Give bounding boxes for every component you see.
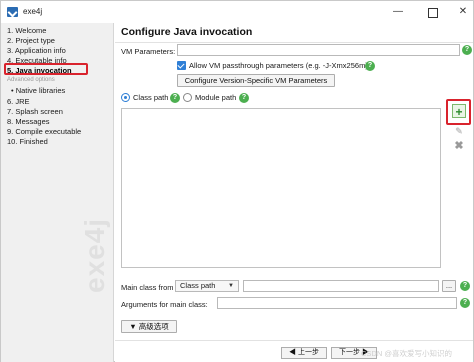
edit-classpath-button[interactable]: ✎ <box>452 124 466 138</box>
edit-icon: ✎ <box>455 126 463 136</box>
active-step-highlight <box>4 63 88 75</box>
plus-icon: + <box>455 105 463 119</box>
classpath-help-icon[interactable]: ? <box>170 93 180 103</box>
step-messages[interactable]: 8. Messages <box>7 117 50 126</box>
close-button[interactable]: ✕ <box>452 4 474 20</box>
dropdown-arrow-icon: ▼ <box>228 283 234 289</box>
window-title: exe4j <box>23 7 43 16</box>
step-welcome[interactable]: 1. Welcome <box>7 26 46 35</box>
vm-parameters-help-icon[interactable]: ? <box>462 45 472 55</box>
advanced-options-header: Advanced options <box>7 77 55 83</box>
main-class-from-label: Main class from <box>121 283 174 292</box>
classpath-list[interactable] <box>121 108 441 268</box>
step-splash-screen[interactable]: 7. Splash screen <box>7 107 63 116</box>
allow-passthrough-label: Allow VM passthrough parameters (e.g. -J… <box>189 61 368 70</box>
remove-icon: ✖ <box>454 140 464 152</box>
wizard-sidebar: 1. Welcome 2. Project type 3. Applicatio… <box>1 23 114 362</box>
minimize-button[interactable]: — <box>387 4 409 20</box>
step-finished[interactable]: 10. Finished <box>7 137 48 146</box>
add-classpath-button[interactable]: + <box>452 104 466 119</box>
main-class-input[interactable] <box>243 280 439 292</box>
main-class-from-value: Class path <box>180 281 216 290</box>
arguments-input[interactable] <box>217 297 457 309</box>
main-class-from-select[interactable]: Class path ▼ <box>175 280 239 292</box>
title-bar: exe4j — ✕ <box>1 1 473 23</box>
allow-passthrough-help-icon[interactable]: ? <box>365 61 375 71</box>
step-application-info[interactable]: 3. Application info <box>7 46 66 55</box>
arguments-help-icon[interactable]: ? <box>460 298 470 308</box>
step-native-libraries[interactable]: • Native libraries <box>11 86 65 95</box>
configure-vm-parameters-button[interactable]: Configure Version-Specific VM Parameters <box>177 74 335 87</box>
remove-classpath-button[interactable]: ✖ <box>452 139 466 153</box>
browse-main-class-button[interactable]: ... <box>442 280 456 292</box>
exe4j-app-icon <box>7 7 18 17</box>
modulepath-help-icon[interactable]: ? <box>239 93 249 103</box>
classpath-radio-label: Class path <box>133 93 169 102</box>
maximize-button[interactable] <box>421 4 443 20</box>
page-title: Configure Java invocation <box>121 26 253 38</box>
modulepath-radio[interactable] <box>183 93 192 102</box>
exe4j-window: exe4j — ✕ 1. Welcome 2. Project type 3. … <box>0 0 474 362</box>
sidebar-watermark: exe4j <box>79 217 110 293</box>
advanced-options-button[interactable]: ▼ 高级选项 <box>121 320 177 333</box>
main-panel: Configure Java invocation VM Parameters:… <box>115 23 473 362</box>
step-jre[interactable]: 6. JRE <box>7 97 30 106</box>
arguments-label: Arguments for main class: <box>121 300 208 309</box>
header-divider <box>115 42 473 43</box>
csdn-watermark: CSDN @喜欢爱写小知识的 <box>361 349 452 358</box>
vm-parameters-input[interactable] <box>177 44 460 56</box>
allow-passthrough-checkbox[interactable] <box>177 61 186 70</box>
main-class-help-icon[interactable]: ? <box>460 281 470 291</box>
previous-button[interactable]: ◀ 上一步 <box>281 347 327 359</box>
step-compile-executable[interactable]: 9. Compile executable <box>7 127 81 136</box>
classpath-radio[interactable] <box>121 93 130 102</box>
footer-divider <box>115 340 473 341</box>
modulepath-radio-label: Module path <box>195 93 237 102</box>
step-project-type[interactable]: 2. Project type <box>7 36 55 45</box>
vm-parameters-label: VM Parameters: <box>121 47 176 56</box>
